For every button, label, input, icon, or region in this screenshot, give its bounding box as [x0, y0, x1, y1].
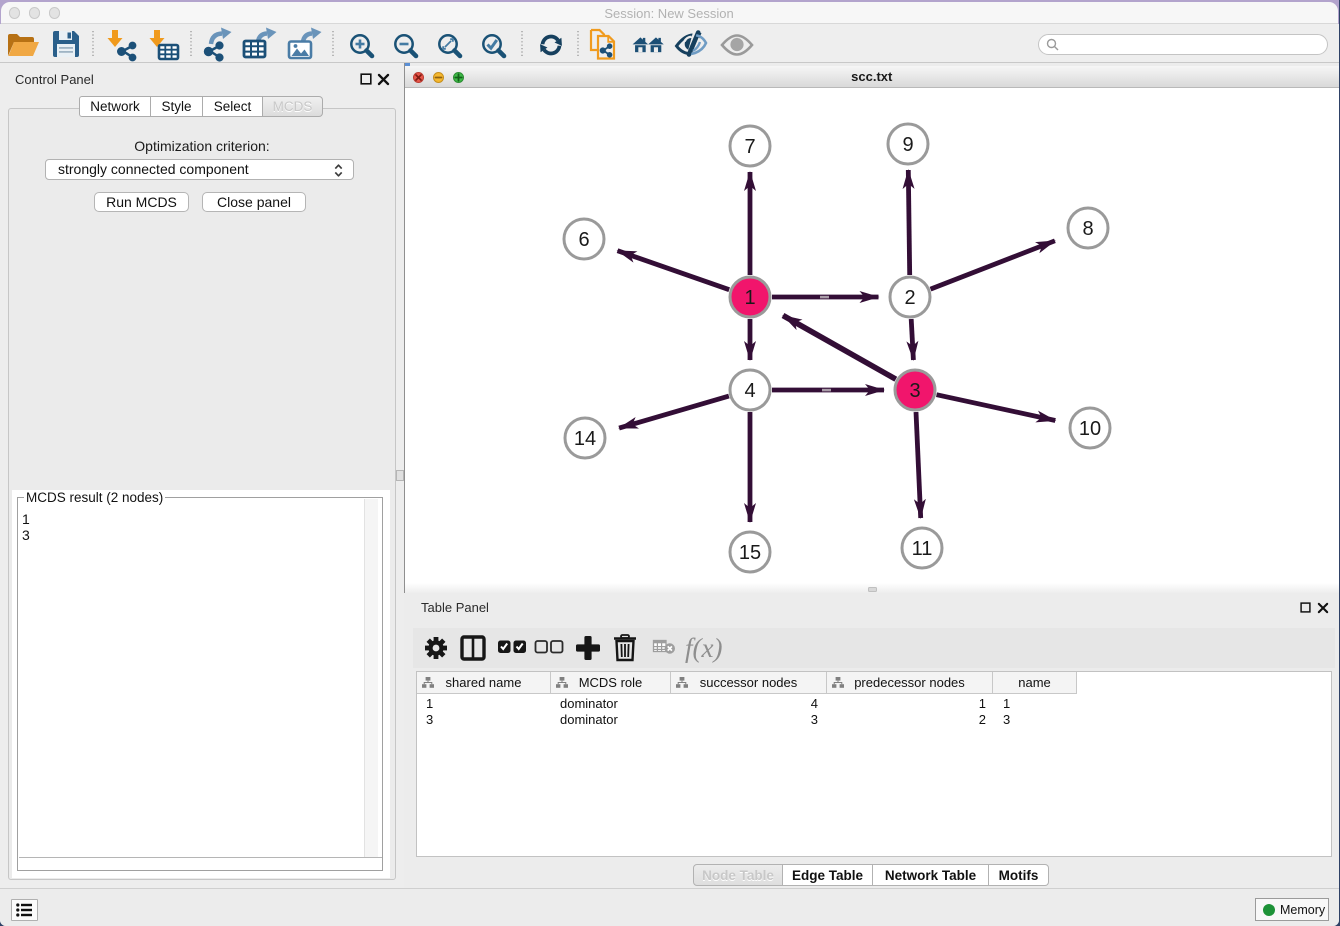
svg-text:f(x): f(x) — [685, 633, 722, 663]
svg-text:14: 14 — [574, 428, 596, 450]
svg-text:15: 15 — [739, 542, 761, 564]
svg-text:7: 7 — [744, 136, 755, 158]
svg-text:1: 1 — [744, 287, 755, 309]
svg-text:4: 4 — [744, 380, 755, 402]
svg-text:3: 3 — [909, 380, 920, 402]
svg-text:6: 6 — [578, 229, 589, 251]
svg-text:10: 10 — [1079, 418, 1101, 440]
svg-text:8: 8 — [1082, 218, 1093, 240]
svg-text:2: 2 — [904, 287, 915, 309]
svg-text:9: 9 — [902, 134, 913, 156]
svg-text:11: 11 — [912, 538, 933, 560]
